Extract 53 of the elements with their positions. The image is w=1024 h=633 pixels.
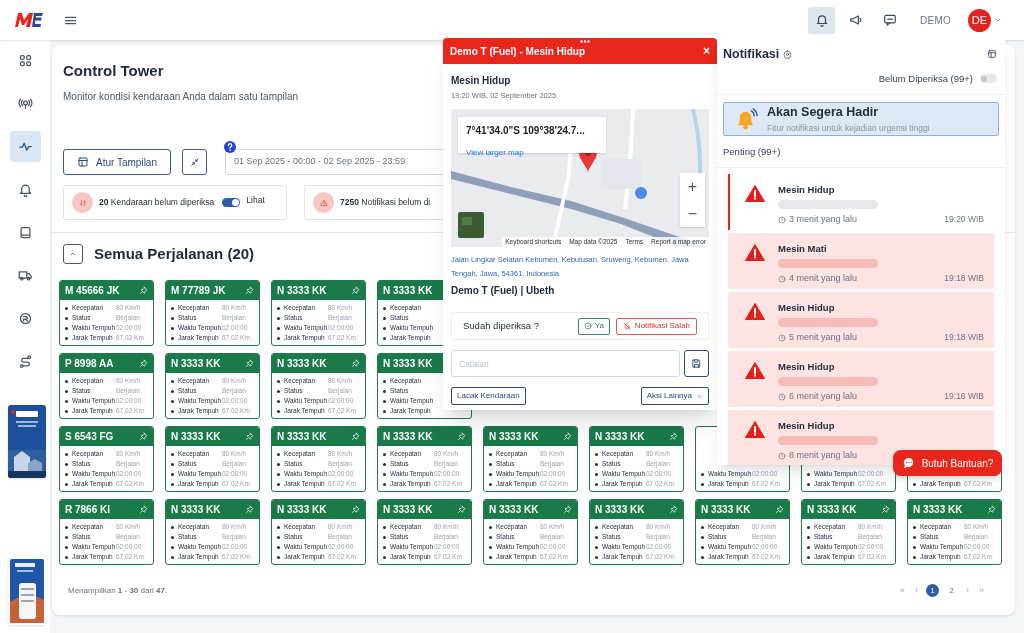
- plate-number: N 3333 KK: [489, 430, 539, 444]
- notification-time: 19:16 WIB: [944, 390, 984, 404]
- plate-number: N 3333 KK: [595, 430, 645, 444]
- plate-number: N 3333 KK: [807, 503, 857, 517]
- section-label: Penting (99+): [722, 144, 782, 159]
- banner-title: Akan Segera Hadir: [767, 104, 880, 121]
- panel-title: Notifikasi: [723, 46, 780, 63]
- plate-number: N 3333 KK: [913, 503, 963, 517]
- plate-number: N 3333 KK: [383, 284, 433, 298]
- pagination-summary: Menampilkan 1 - 30 dari 47.: [68, 584, 168, 597]
- page-subtitle: Monitor kondisi kendaraan Anda dalam satu tampilan: [63, 90, 299, 104]
- plate-number: M 45666 JK: [65, 284, 120, 298]
- plate-number: N 3333 KK: [383, 430, 433, 444]
- time-ago: 5 menit yang lalu: [789, 331, 858, 344]
- plate-number: N 3333 KK: [171, 357, 221, 371]
- time-ago: 4 menit yang lalu: [789, 272, 858, 285]
- notification-time: 19:20 WIB: [944, 213, 984, 227]
- user-name: DEMO: [920, 13, 951, 28]
- time-ago: 6 menit yang lalu: [789, 390, 858, 403]
- time-ago: 3 menit yang lalu: [789, 213, 858, 226]
- plate-number: N 3333 KK: [277, 503, 327, 517]
- plate-number: N 3333 KK: [383, 503, 433, 517]
- notification-title: Mesin Hidup: [778, 418, 836, 433]
- filter-label: Belum Diperiksa (99+): [878, 71, 973, 86]
- notification-title: Mesin Hidup: [778, 300, 836, 315]
- stat-text: 7250 Notifikasi belum di: [340, 196, 431, 209]
- notification-title: Mesin Mati: [778, 241, 828, 256]
- page-title: Control Tower: [63, 62, 164, 80]
- popup-title: Demo T (Fuel) - Mesin Hidup: [450, 44, 585, 59]
- notification-time: 19:18 WIB: [944, 272, 984, 286]
- plate-number: S 6543 FG: [65, 430, 114, 444]
- plate-number: P 8998 AA: [65, 357, 114, 371]
- notification-time: 19:18 WIB: [944, 331, 984, 345]
- plate-number: M 77789 JK: [171, 284, 226, 298]
- stat-text: 20 Kendaraan belum diperiksa: [99, 196, 215, 209]
- banner-text: Fitur notifikasi untuk kejadian urgensi tinggi: [767, 121, 930, 135]
- plate-number: N 3333 KK: [171, 503, 221, 517]
- plate-number: N 3333 KK: [171, 430, 221, 444]
- plate-number: N 3333 KK: [383, 357, 433, 371]
- notification-title: Mesin Hidup: [778, 182, 836, 197]
- section-title: Semua Perjalanan (20): [94, 243, 255, 264]
- notification-title: Mesin Hidup: [778, 359, 836, 374]
- plate-number: R 7866 KI: [65, 503, 111, 517]
- plate-number: N 3333 KK: [595, 503, 645, 517]
- time-ago: 8 menit yang lalu: [789, 449, 858, 462]
- event-title: Mesin Hidup: [451, 74, 512, 88]
- plate-number: N 3333 KK: [277, 284, 327, 298]
- plate-number: N 3333 KK: [489, 503, 539, 517]
- plate-number: N 3333 KK: [277, 430, 327, 444]
- plate-number: N 3333 KK: [277, 357, 327, 371]
- map-coordinates: 7°41'34.0"S 109°38'24.7...: [466, 124, 586, 139]
- plate-number: N 3333 KK: [701, 503, 751, 517]
- toggle-label: Lihat: [246, 194, 265, 207]
